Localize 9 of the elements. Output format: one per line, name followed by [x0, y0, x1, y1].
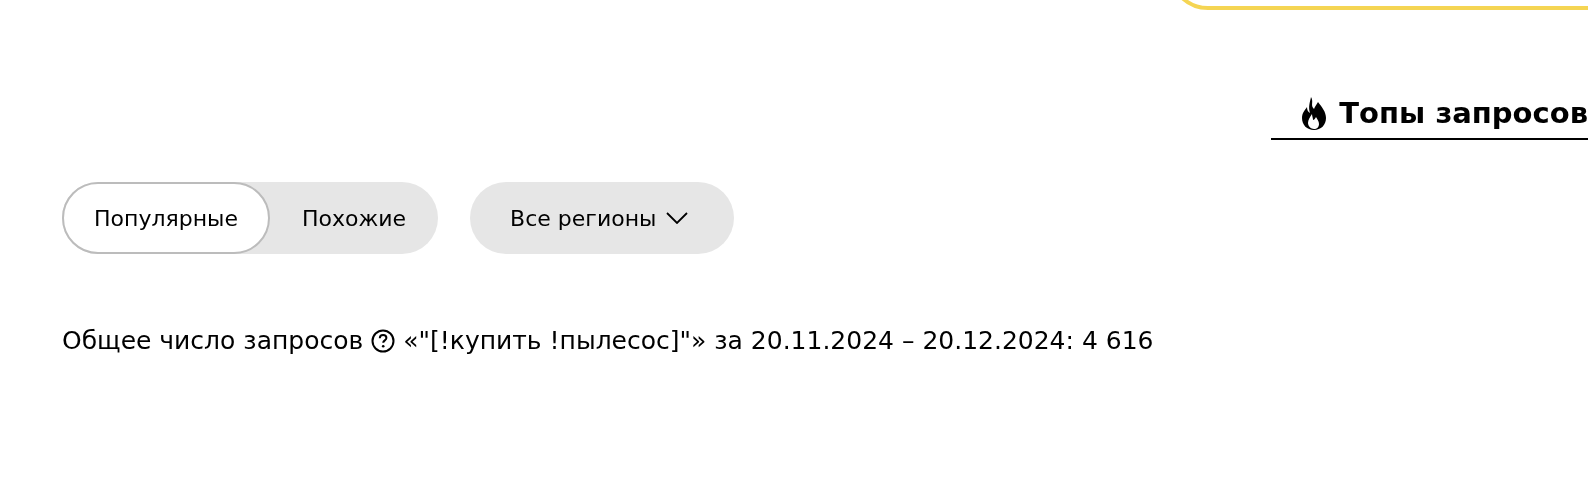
top-tab[interactable]: Топы запросов — [1271, 96, 1588, 140]
help-icon[interactable] — [371, 328, 396, 353]
mode-tab[interactable]: Похожие — [269, 182, 439, 254]
flame-icon — [1301, 96, 1328, 130]
mode-tab[interactable]: Популярные — [62, 182, 270, 254]
summary-label: Общее число запросов — [62, 326, 364, 355]
region-dropdown[interactable]: Все регионы — [470, 182, 735, 254]
summary-text: «"[!купить !пылесос]"» за 20.11.2024 – 20.12.2024: 4 616 — [403, 326, 1154, 355]
chevron-down-icon — [666, 212, 689, 224]
